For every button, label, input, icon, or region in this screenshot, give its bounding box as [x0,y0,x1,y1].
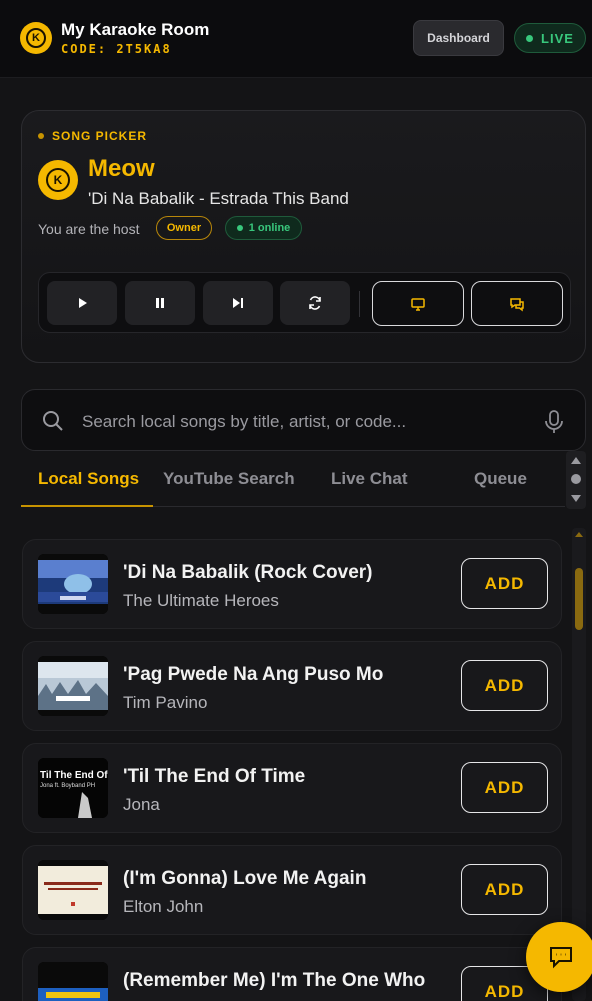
online-badge: 1 online [225,216,302,240]
play-icon [79,298,87,308]
song-title: 'Til The End Of Time [123,766,306,787]
song-thumbnail [38,962,108,1001]
song-title: (Remember Me) I'm The One Who [123,970,426,991]
tab-scrollbar[interactable] [566,451,586,509]
add-song-button[interactable]: ADD [461,558,548,609]
song-thumbnail: Til The End Of Tim Jona ft. Boyband PH [38,758,108,818]
search-input[interactable] [82,410,532,434]
online-dot-icon [236,225,243,231]
host-text: You are the host [38,221,140,237]
scroll-thumb[interactable] [575,568,583,630]
room-title: My Karaoke Room [61,20,210,39]
label-dot-icon [38,133,44,139]
chat-icon [550,947,572,969]
live-label: LIVE [541,30,574,46]
refresh-icon [309,296,321,310]
song-item: Til The End Of Tim Jona ft. Boyband PH '… [22,743,562,833]
scroll-up-icon[interactable] [575,532,583,537]
app-logo: K [20,22,52,54]
scroll-up-icon[interactable] [571,457,581,464]
song-item: 'Pag Pwede Na Ang Puso Mo Tim Pavino ADD [22,641,562,731]
skip-button[interactable] [203,281,273,325]
display-button[interactable] [372,281,464,326]
top-bar: K My Karaoke Room CODE: 2T5KA8 Dashboard… [0,0,592,78]
live-badge: LIVE [514,23,586,53]
song-artist: Jona [123,795,160,814]
monitor-icon [411,297,425,311]
song-item: (I'm Gonna) Love Me Again Elton John ADD [22,845,562,935]
tab-queue[interactable]: Queue [474,469,527,489]
section-label: SONG PICKER [38,129,147,143]
active-tab-indicator [21,505,153,507]
search-bar [21,389,586,451]
room-code: CODE: 2T5KA8 [61,42,172,56]
singer-name: Meow [88,155,155,182]
play-button[interactable] [47,281,117,325]
svg-text:Jona ft. Boyband PH: Jona ft. Boyband PH [40,783,95,789]
chat-fab-button[interactable] [526,922,592,992]
song-thumbnail [38,860,108,920]
skip-next-icon [233,298,243,308]
pause-button[interactable] [125,281,195,325]
scroll-down-icon[interactable] [571,495,581,502]
chat-icon [510,297,524,312]
tab-youtube-search[interactable]: YouTube Search [163,469,295,489]
add-song-button[interactable]: ADD [461,660,548,711]
song-thumbnail [38,656,108,716]
song-artist: Tim Pavino [123,693,208,712]
song-item: (Remember Me) I'm The One Who ADD [22,947,562,1001]
live-dot-icon [526,34,534,42]
owner-badge: Owner [156,216,212,240]
tab-live-chat[interactable]: Live Chat [331,469,408,489]
chat-button[interactable] [471,281,563,326]
svg-text:Til The End Of Tim: Til The End Of Tim [40,770,108,781]
scroll-thumb[interactable] [571,474,581,484]
add-song-button[interactable]: ADD [461,864,548,915]
song-thumbnail [38,554,108,614]
song-artist: The Ultimate Heroes [123,591,279,610]
song-item: 'Di Na Babalik (Rock Cover) The Ultimate… [22,539,562,629]
song-title: 'Pag Pwede Na Ang Puso Mo [123,664,384,685]
add-song-button[interactable]: ADD [461,762,548,813]
playback-controls [38,272,571,333]
microphone-icon[interactable] [542,409,566,435]
song-title: 'Di Na Babalik (Rock Cover) [123,562,373,583]
song-title: (I'm Gonna) Love Me Again [123,868,367,889]
song-artist: Elton John [123,897,204,916]
song-picker-card: SONG PICKER K Meow 'Di Na Babalik - Estr… [21,110,586,363]
pause-icon [156,298,164,308]
singer-avatar: K [38,160,78,200]
current-song: 'Di Na Babalik - Estrada This Band [88,189,349,208]
controls-divider [359,291,360,317]
tab-local-songs[interactable]: Local Songs [38,469,139,489]
refresh-button[interactable] [280,281,350,325]
dashboard-button[interactable]: Dashboard [413,20,504,56]
tab-bar: Local Songs YouTube Search Live Chat Que… [21,455,565,507]
search-icon [43,411,63,431]
